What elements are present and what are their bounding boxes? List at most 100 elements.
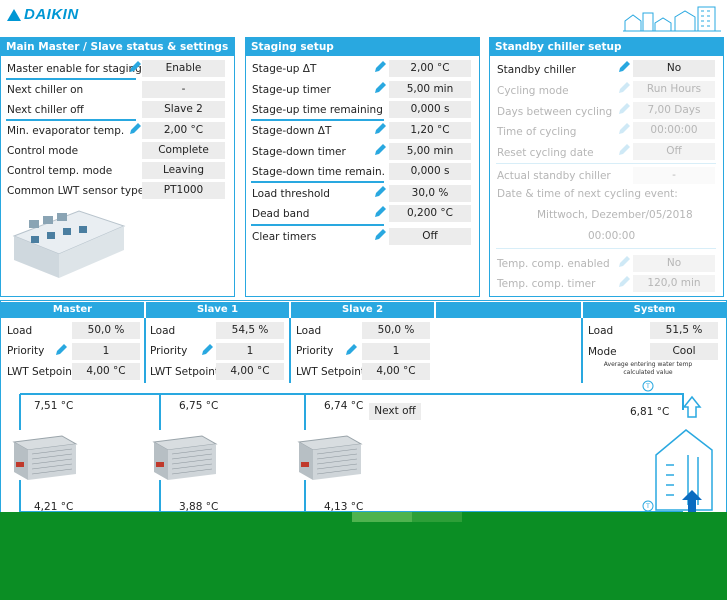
slave-1-load-label: Load bbox=[150, 325, 176, 337]
actual-standby-chiller-label: Actual standby chiller bbox=[497, 170, 611, 182]
temp-sensor-icon: T bbox=[645, 383, 650, 390]
cycling-mode-value[interactable]: Run Hours bbox=[633, 81, 715, 98]
master-priority-value[interactable]: 1 bbox=[72, 343, 140, 360]
min-evap-temp-value[interactable]: 2,00 °C bbox=[142, 122, 225, 139]
stage-down-timer-label: Stage-down timer bbox=[252, 146, 346, 158]
edit-pencil-icon[interactable] bbox=[200, 343, 214, 357]
edit-pencil-icon[interactable] bbox=[373, 143, 387, 157]
bottom-green-bar bbox=[0, 512, 727, 600]
control-temp-mode-value: Leaving bbox=[142, 162, 225, 179]
slave-2-priority-value[interactable]: 1 bbox=[362, 343, 430, 360]
chiller-unit-slave-1 bbox=[152, 435, 218, 480]
edit-pencil-icon[interactable] bbox=[373, 81, 387, 95]
slave-2-load-label: Load bbox=[296, 325, 322, 337]
stage-up-dt-label: Stage-up ΔT bbox=[252, 63, 317, 75]
system-header: System bbox=[583, 302, 726, 318]
stage-up-timer-label: Stage-up timer bbox=[252, 84, 331, 96]
edit-pencil-icon[interactable] bbox=[617, 81, 631, 95]
staging-panel-title: Staging setup bbox=[246, 38, 479, 56]
master-load-label: Load bbox=[7, 325, 33, 337]
slave-2-status-badge: Next off bbox=[369, 403, 421, 420]
days-between-cycling-label: Days between cycling bbox=[497, 106, 613, 118]
time-of-cycling-label: Time of cycling bbox=[497, 126, 577, 138]
empty-header bbox=[436, 302, 581, 318]
master-load-value: 50,0 % bbox=[72, 322, 140, 339]
load-threshold-label: Load threshold bbox=[252, 188, 330, 200]
stage-down-dt-value[interactable]: 1,20 °C bbox=[389, 122, 471, 139]
edit-pencil-icon[interactable] bbox=[617, 122, 631, 136]
master-lwt-value: 4,00 °C bbox=[72, 363, 140, 380]
temp-comp-timer-value[interactable]: 120,0 min bbox=[633, 275, 715, 292]
clear-timers-value[interactable]: Off bbox=[389, 228, 471, 245]
stage-down-remaining-value: 0,000 s bbox=[389, 163, 471, 180]
days-between-cycling-value[interactable]: 7,00 Days bbox=[633, 102, 715, 119]
edit-pencil-icon[interactable] bbox=[373, 205, 387, 219]
stage-down-timer-value[interactable]: 5,00 min bbox=[389, 143, 471, 160]
standby-chiller-value[interactable]: No bbox=[633, 60, 715, 77]
building-icon bbox=[655, 395, 713, 513]
edit-pencil-icon[interactable] bbox=[373, 122, 387, 136]
slave-1-lwt-value: 4,00 °C bbox=[216, 363, 284, 380]
edit-pencil-icon[interactable] bbox=[617, 255, 631, 269]
stage-up-remaining-value: 0,000 s bbox=[389, 101, 471, 118]
daikin-logo: DAIKIN bbox=[7, 6, 79, 23]
edit-pencil-icon[interactable] bbox=[373, 60, 387, 74]
master-entering-temp: 7,51 °C bbox=[34, 400, 74, 412]
master-lwt-label: LWT Setpoint bbox=[7, 366, 77, 378]
divider bbox=[144, 318, 146, 383]
divider bbox=[251, 119, 384, 121]
control-temp-mode-label: Control temp. mode bbox=[7, 165, 113, 177]
stage-up-remaining-label: Stage-up time remaining bbox=[252, 104, 383, 116]
divider bbox=[251, 181, 384, 183]
next-cycling-date: Mittwoch, Dezember/05/2018 bbox=[537, 209, 693, 221]
slave-1-lwt-label: LWT Setpoint bbox=[150, 366, 220, 378]
city-skyline-icon bbox=[623, 6, 721, 32]
stage-down-remaining-label: Stage-down time remain. bbox=[252, 166, 385, 178]
edit-pencil-icon[interactable] bbox=[373, 185, 387, 199]
logo-triangle-icon bbox=[7, 8, 21, 21]
slave-2-lwt-value: 4,00 °C bbox=[362, 363, 430, 380]
dead-band-label: Dead band bbox=[252, 208, 310, 220]
dead-band-value[interactable]: 0,200 °C bbox=[389, 205, 471, 222]
chiller-plant-illustration bbox=[12, 210, 126, 278]
load-threshold-value[interactable]: 30,0 % bbox=[389, 185, 471, 202]
edit-pencil-icon[interactable] bbox=[344, 343, 358, 357]
stage-up-dt-value[interactable]: 2,00 °C bbox=[389, 60, 471, 77]
top-bar: DAIKIN bbox=[0, 0, 727, 34]
reset-cycling-date-label: Reset cycling date bbox=[497, 147, 594, 159]
edit-pencil-icon[interactable] bbox=[128, 60, 142, 74]
edit-pencil-icon[interactable] bbox=[54, 343, 68, 357]
cycling-mode-label: Cycling mode bbox=[497, 85, 569, 97]
edit-pencil-icon[interactable] bbox=[617, 275, 631, 289]
edit-pencil-icon[interactable] bbox=[617, 143, 631, 157]
reset-cycling-date-value[interactable]: Off bbox=[633, 143, 715, 160]
slave-2-priority-label: Priority bbox=[296, 345, 334, 357]
slave-2-lwt-label: LWT Setpoint bbox=[296, 366, 366, 378]
slave-1-priority-value[interactable]: 1 bbox=[216, 343, 284, 360]
edit-pencil-icon[interactable] bbox=[128, 122, 142, 136]
edit-pencil-icon[interactable] bbox=[617, 102, 631, 116]
master-enable-value[interactable]: Enable bbox=[142, 60, 225, 77]
slave-1-load-value: 54,5 % bbox=[216, 322, 284, 339]
chiller-unit-slave-2 bbox=[297, 435, 363, 480]
temp-comp-enabled-label: Temp. comp. enabled bbox=[497, 258, 610, 270]
edit-pencil-icon[interactable] bbox=[617, 60, 631, 74]
temp-comp-enabled-value[interactable]: No bbox=[633, 255, 715, 272]
standby-panel-title: Standby chiller setup bbox=[490, 38, 723, 56]
piping-diagram: T T bbox=[19, 380, 684, 513]
slave-2-load-value: 50,0 % bbox=[362, 322, 430, 339]
next-cycling-label: Date & time of next cycling event: bbox=[497, 188, 678, 200]
next-chiller-off-value: Slave 2 bbox=[142, 101, 225, 118]
divider bbox=[6, 119, 136, 121]
system-mode-value: Cool bbox=[650, 343, 718, 360]
slave-1-entering-temp: 6,75 °C bbox=[179, 400, 219, 412]
next-chiller-on-label: Next chiller on bbox=[7, 84, 84, 96]
master-enable-label: Master enable for staging bbox=[7, 63, 142, 75]
system-mode-label: Mode bbox=[588, 346, 617, 358]
time-of-cycling-value[interactable]: 00:00:00 bbox=[633, 122, 715, 139]
edit-pencil-icon[interactable] bbox=[373, 228, 387, 242]
standby-chiller-label: Standby chiller bbox=[497, 64, 576, 76]
stage-up-timer-value[interactable]: 5,00 min bbox=[389, 81, 471, 98]
next-chiller-on-value: - bbox=[142, 81, 225, 98]
next-chiller-off-label: Next chiller off bbox=[7, 104, 84, 116]
